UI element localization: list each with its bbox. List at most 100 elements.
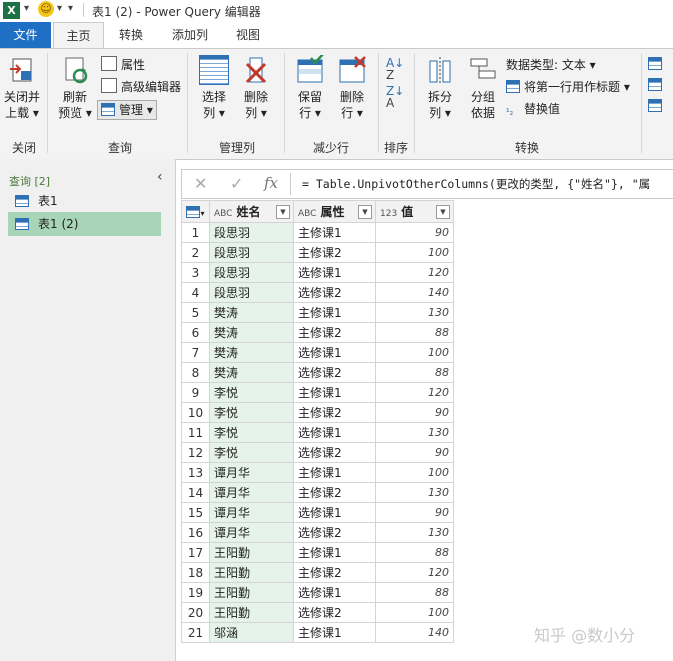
number-type-icon[interactable]: 123 <box>380 209 397 219</box>
table-row[interactable]: 14 谭月华 主修课2 130 <box>181 482 454 503</box>
value-cell[interactable]: 130 <box>375 302 454 323</box>
name-cell[interactable]: 李悦 <box>209 422 294 443</box>
value-cell[interactable]: 90 <box>375 442 454 463</box>
value-cell[interactable]: 88 <box>375 542 454 563</box>
value-cell[interactable]: 90 <box>375 222 454 243</box>
table-row[interactable]: 3 段思羽 选修课1 120 <box>181 262 454 283</box>
table-row[interactable]: 21 邬涵 主修课1 140 <box>181 622 454 643</box>
table-row[interactable]: 10 李悦 主修课2 90 <box>181 402 454 423</box>
replace-values-button[interactable]: ¹₂ 替换值 <box>506 100 560 118</box>
sort-ascending-button[interactable]: A↓ Z <box>386 57 404 81</box>
attribute-cell[interactable]: 选修课1 <box>293 422 376 443</box>
attribute-cell[interactable]: 主修课1 <box>293 542 376 563</box>
attribute-cell[interactable]: 主修课2 <box>293 562 376 583</box>
row-index-cell[interactable]: 7 <box>181 342 210 363</box>
row-index-cell[interactable]: 16 <box>181 522 210 543</box>
row-index-cell[interactable]: 4 <box>181 282 210 303</box>
name-cell[interactable]: 王阳勤 <box>209 582 294 603</box>
query-item-selected[interactable]: 表1 (2) <box>8 212 161 236</box>
remove-columns-button[interactable]: 删除 列 ▾ <box>238 55 274 121</box>
name-cell[interactable]: 樊涛 <box>209 302 294 323</box>
smile-feedback-icon[interactable]: ☺ <box>38 1 54 17</box>
name-cell[interactable]: 谭月华 <box>209 482 294 503</box>
name-cell[interactable]: 王阳勤 <box>209 562 294 583</box>
table-row[interactable]: 8 樊涛 选修课2 88 <box>181 362 454 383</box>
attribute-cell[interactable]: 主修课1 <box>293 382 376 403</box>
data-type-dropdown[interactable]: 数据类型: 文本 ▾ <box>506 56 596 74</box>
choose-columns-button[interactable]: 选择 列 ▾ <box>196 55 232 121</box>
sort-descending-button[interactable]: Z↓ A <box>386 85 404 109</box>
value-cell[interactable]: 90 <box>375 502 454 523</box>
table-row[interactable]: 1 段思羽 主修课1 90 <box>181 222 454 243</box>
name-cell[interactable]: 段思羽 <box>209 222 294 243</box>
value-cell[interactable]: 120 <box>375 562 454 583</box>
confirm-icon[interactable]: ✓ <box>230 174 243 193</box>
value-cell[interactable]: 130 <box>375 422 454 443</box>
keep-rows-button[interactable]: 保留 行 ▾ <box>292 53 328 121</box>
value-cell[interactable]: 130 <box>375 522 454 543</box>
table-row[interactable]: 11 李悦 选修课1 130 <box>181 422 454 443</box>
attribute-cell[interactable]: 选修课2 <box>293 602 376 623</box>
table-row[interactable]: 18 王阳勤 主修课2 120 <box>181 562 454 583</box>
value-cell[interactable]: 100 <box>375 602 454 623</box>
column-header-attribute[interactable]: ABC 属性 ▼ <box>293 200 376 223</box>
row-index-cell[interactable]: 18 <box>181 562 210 583</box>
name-cell[interactable]: 李悦 <box>209 442 294 463</box>
tab-home[interactable]: 主页 <box>53 22 104 50</box>
table-row[interactable]: 16 谭月华 选修课2 130 <box>181 522 454 543</box>
attribute-cell[interactable]: 主修课2 <box>293 322 376 343</box>
value-cell[interactable]: 120 <box>375 382 454 403</box>
row-index-cell[interactable]: 21 <box>181 622 210 643</box>
query-item[interactable]: 表1 <box>8 189 161 213</box>
attribute-cell[interactable]: 主修课2 <box>293 482 376 503</box>
row-index-cell[interactable]: 14 <box>181 482 210 503</box>
attribute-cell[interactable]: 主修课1 <box>293 462 376 483</box>
attribute-cell[interactable]: 选修课1 <box>293 262 376 283</box>
chevron-down-icon[interactable]: ▾ <box>24 3 29 14</box>
group-by-button[interactable]: 分组 依据 <box>465 55 501 121</box>
value-cell[interactable]: 100 <box>375 242 454 263</box>
value-cell[interactable]: 140 <box>375 622 454 643</box>
attribute-cell[interactable]: 选修课1 <box>293 502 376 523</box>
row-index-cell[interactable]: 9 <box>181 382 210 403</box>
attribute-cell[interactable]: 主修课1 <box>293 622 376 643</box>
value-cell[interactable]: 88 <box>375 362 454 383</box>
attribute-cell[interactable]: 选修课2 <box>293 362 376 383</box>
more-ribbon-icons[interactable] <box>648 57 666 117</box>
name-cell[interactable]: 王阳勤 <box>209 542 294 563</box>
row-index-cell[interactable]: 8 <box>181 362 210 383</box>
table-row[interactable]: 12 李悦 选修课2 90 <box>181 442 454 463</box>
row-index-cell[interactable]: 5 <box>181 302 210 323</box>
tab-view[interactable]: 视图 <box>228 22 268 48</box>
name-cell[interactable]: 谭月华 <box>209 502 294 523</box>
row-index-cell[interactable]: 2 <box>181 242 210 263</box>
table-row[interactable]: 2 段思羽 主修课2 100 <box>181 242 454 263</box>
value-cell[interactable]: 130 <box>375 482 454 503</box>
text-type-icon[interactable]: ABC <box>214 209 232 219</box>
attribute-cell[interactable]: 选修课2 <box>293 282 376 303</box>
filter-dropdown-icon[interactable]: ▼ <box>436 205 450 219</box>
table-row[interactable]: 5 樊涛 主修课1 130 <box>181 302 454 323</box>
value-cell[interactable]: 88 <box>375 582 454 603</box>
row-index-cell[interactable]: 13 <box>181 462 210 483</box>
collapse-pane-icon[interactable]: ‹ <box>157 169 163 185</box>
filter-dropdown-icon[interactable]: ▼ <box>276 205 290 219</box>
table-row[interactable]: 15 谭月华 选修课1 90 <box>181 502 454 523</box>
name-cell[interactable]: 樊涛 <box>209 342 294 363</box>
formula-input[interactable]: = Table.UnpivotOtherColumns(更改的类型, {"姓名"… <box>302 176 650 192</box>
row-index-cell[interactable]: 12 <box>181 442 210 463</box>
attribute-cell[interactable]: 选修课2 <box>293 442 376 463</box>
table-menu-button[interactable]: ▾ <box>181 200 210 223</box>
table-row[interactable]: 6 樊涛 主修课2 88 <box>181 322 454 343</box>
chevron-down-icon[interactable]: ▾ <box>57 3 62 14</box>
value-cell[interactable]: 100 <box>375 342 454 363</box>
close-and-load-button[interactable]: 关闭并 上载 ▾ <box>2 55 42 121</box>
manage-button[interactable]: 管理 ▾ <box>97 100 157 120</box>
attribute-cell[interactable]: 主修课2 <box>293 402 376 423</box>
tab-file[interactable]: 文件 <box>0 22 51 48</box>
name-cell[interactable]: 谭月华 <box>209 522 294 543</box>
value-cell[interactable]: 120 <box>375 262 454 283</box>
tab-transform[interactable]: 转换 <box>111 22 151 48</box>
refresh-preview-button[interactable]: 刷新 预览 ▾ <box>55 55 95 121</box>
row-index-cell[interactable]: 20 <box>181 602 210 623</box>
